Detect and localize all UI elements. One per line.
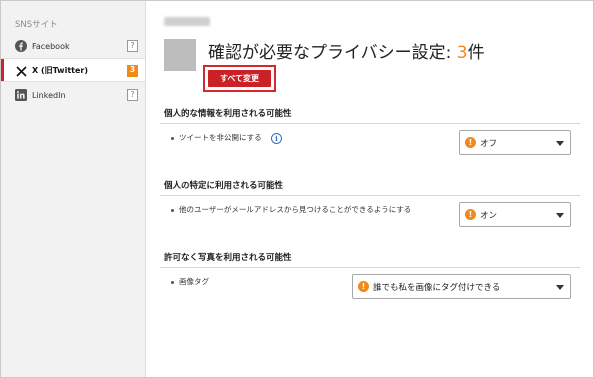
page-title-suffix: 件 bbox=[467, 43, 485, 63]
chevron-down-icon bbox=[556, 285, 564, 290]
setting-label-text: 他のユーザーがメールアドレスから見つけることができるようにする bbox=[179, 205, 412, 214]
section-heading: 許可なく写真を利用される可能性 bbox=[164, 253, 292, 263]
sidebar-title: SNSサイト bbox=[15, 20, 58, 30]
unknown-status-badge: ? bbox=[127, 40, 138, 52]
app-window: SNSサイト Facebook ? X (旧Twitter) 3 LinkedI… bbox=[0, 0, 594, 378]
change-all-button[interactable]: すべて変更 bbox=[208, 70, 271, 87]
bullet bbox=[171, 208, 174, 212]
sidebar-item-label: LinkedIn bbox=[32, 90, 66, 100]
x-logo-icon bbox=[15, 65, 27, 77]
facebook-icon bbox=[15, 40, 27, 52]
setting-label-text: ツイートを非公開にする bbox=[179, 133, 262, 142]
section-divider bbox=[160, 195, 580, 196]
unknown-status-badge: ? bbox=[127, 89, 138, 101]
warning-icon: ! bbox=[358, 281, 369, 292]
setting-label-text: 画像タグ bbox=[179, 277, 209, 286]
photo-tagging-select[interactable]: ! 誰でも私を画像にタグ付けできる bbox=[352, 274, 571, 299]
issue-count-badge: 3 bbox=[127, 65, 138, 77]
linkedin-icon bbox=[15, 89, 27, 101]
setting-label: 他のユーザーがメールアドレスから見つけることができるようにする bbox=[171, 204, 411, 215]
page-title: 確認が必要なプライバシー設定: 3件 bbox=[208, 38, 485, 63]
sidebar-item-label: Facebook bbox=[32, 41, 70, 51]
warning-icon: ! bbox=[465, 137, 476, 148]
email-discoverability-select[interactable]: ! オン bbox=[459, 202, 571, 227]
sidebar-item-linkedin[interactable]: LinkedIn ? bbox=[1, 83, 145, 107]
sidebar-item-label: X (旧Twitter) bbox=[32, 65, 88, 75]
chevron-down-icon bbox=[556, 141, 564, 146]
page-title-count: 3 bbox=[456, 43, 468, 63]
section-heading: 個人の特定に利用される可能性 bbox=[164, 181, 284, 191]
select-value: 誰でも私を画像にタグ付けできる bbox=[373, 283, 501, 293]
select-value: オフ bbox=[480, 139, 498, 149]
section-divider bbox=[160, 123, 580, 124]
setting-label: 画像タグ bbox=[171, 276, 209, 287]
bullet bbox=[171, 280, 174, 284]
warning-icon: ! bbox=[465, 209, 476, 220]
avatar bbox=[164, 39, 196, 71]
sidebar-item-facebook[interactable]: Facebook ? bbox=[1, 34, 145, 58]
bullet bbox=[171, 136, 174, 140]
sidebar: SNSサイト Facebook ? X (旧Twitter) 3 LinkedI… bbox=[1, 1, 146, 377]
chevron-down-icon bbox=[556, 213, 564, 218]
main-panel: 確認が必要なプライバシー設定: 3件 すべて変更 個人的な情報を利用される可能性… bbox=[147, 1, 593, 377]
select-value: オン bbox=[480, 211, 498, 221]
section-heading: 個人的な情報を利用される可能性 bbox=[164, 109, 292, 119]
setting-label: ツイートを非公開にする bbox=[171, 132, 262, 143]
sidebar-item-x[interactable]: X (旧Twitter) 3 bbox=[1, 58, 145, 82]
account-name-blurred bbox=[164, 17, 210, 26]
info-icon[interactable]: i bbox=[271, 133, 282, 144]
page-title-text: 確認が必要なプライバシー設定: bbox=[208, 43, 457, 63]
section-divider bbox=[160, 267, 580, 268]
change-all-highlight: すべて変更 bbox=[203, 65, 276, 92]
protect-tweets-select[interactable]: ! オフ bbox=[459, 130, 571, 155]
